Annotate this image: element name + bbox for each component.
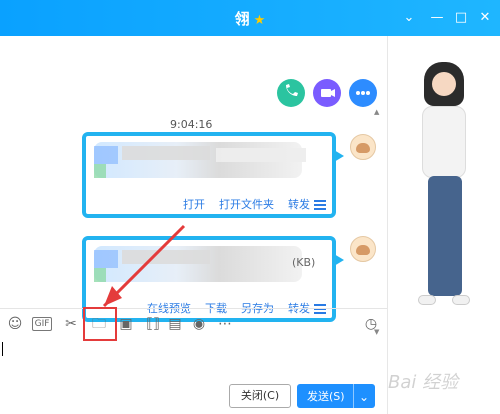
menu-icon[interactable] — [314, 200, 326, 210]
file-actions: 打开 打开文件夹 转发 — [183, 196, 310, 212]
more-actions-button[interactable] — [349, 79, 377, 107]
calendar-icon[interactable]: ▤ — [166, 315, 184, 333]
music-icon[interactable]: ◉ — [190, 315, 208, 333]
send-split — [353, 384, 354, 408]
close-button[interactable]: 关闭(C) — [229, 384, 291, 408]
open-file-link[interactable]: 打开 — [183, 196, 205, 212]
title-bar: 翎 ★ ⌄ — □ ✕ — [0, 0, 500, 36]
file-name — [122, 146, 210, 160]
shoe — [418, 295, 436, 305]
star-badge-icon: ★ — [253, 13, 266, 28]
window-title: 翎 ★ — [0, 8, 500, 29]
scroll-up-icon[interactable]: ▲ — [374, 108, 379, 116]
more-icon — [356, 91, 370, 95]
contact-name: 翎 — [234, 10, 250, 28]
image-icon[interactable]: ▣ — [117, 315, 135, 333]
chevron-down-icon[interactable]: ⌄ — [400, 9, 418, 27]
text-caret — [2, 342, 3, 356]
message-input[interactable] — [0, 336, 387, 378]
file-meta — [216, 148, 306, 162]
shoe — [452, 295, 470, 305]
file-type-icon — [94, 268, 106, 282]
voice-call-button[interactable] — [277, 79, 305, 107]
forward-link[interactable]: 转发 — [288, 196, 310, 212]
send-button[interactable]: 发送(S) ⌄ — [297, 384, 375, 408]
avatar-illustration — [408, 62, 480, 382]
bubble-tail — [334, 150, 344, 162]
file-name — [122, 250, 210, 264]
chevron-down-icon[interactable]: ⌄ — [359, 390, 369, 404]
minimize-button[interactable]: — — [428, 9, 446, 27]
open-folder-link[interactable]: 打开文件夹 — [219, 196, 274, 212]
divider — [0, 308, 387, 309]
avatar[interactable] — [350, 236, 376, 262]
phone-icon — [286, 84, 298, 96]
gif-icon[interactable]: GIF — [32, 317, 52, 331]
file-size: (KB) — [292, 256, 316, 269]
more-icon[interactable]: ⋯ — [216, 315, 234, 333]
file-icon — [94, 250, 118, 268]
video-call-button[interactable] — [313, 79, 341, 107]
file-type-icon — [94, 164, 106, 178]
video-icon — [321, 89, 335, 97]
close-window-button[interactable]: ✕ — [476, 9, 494, 27]
sweater — [422, 106, 466, 178]
send-label: 发送(S) — [307, 390, 345, 403]
shake-icon[interactable]: ⟦⟧ — [144, 315, 162, 333]
message-toolbar: ☺ GIF ✂ 🗀 ▣ ⟦⟧ ▤ ◉ ⋯ ◷ — [0, 312, 387, 336]
composer-footer: 关闭(C) 发送(S) ⌄ — [0, 378, 387, 414]
scissors-icon[interactable]: ✂ — [62, 315, 80, 333]
clock-icon[interactable]: ◷ — [362, 315, 380, 333]
contact-sidebar — [387, 36, 500, 414]
avatar[interactable] — [350, 134, 376, 160]
bubble-tail — [334, 254, 344, 266]
smile-icon[interactable]: ☺ — [6, 315, 24, 333]
jeans — [428, 176, 462, 296]
chat-history: ▲ ▼ 9:04:16 打开 打开文件夹 转发 (KB) 在线预览 下载 另存为… — [0, 36, 387, 336]
maximize-button[interactable]: □ — [452, 9, 470, 27]
file-icon — [94, 146, 118, 164]
face — [432, 72, 456, 96]
watermark: Bai 经验 — [388, 372, 459, 393]
message-timestamp: 9:04:16 — [170, 118, 213, 131]
file-message-bubble: 打开 打开文件夹 转发 — [82, 132, 344, 218]
file-message-bubble: (KB) 在线预览 下载 另存为 转发 — [82, 236, 344, 322]
